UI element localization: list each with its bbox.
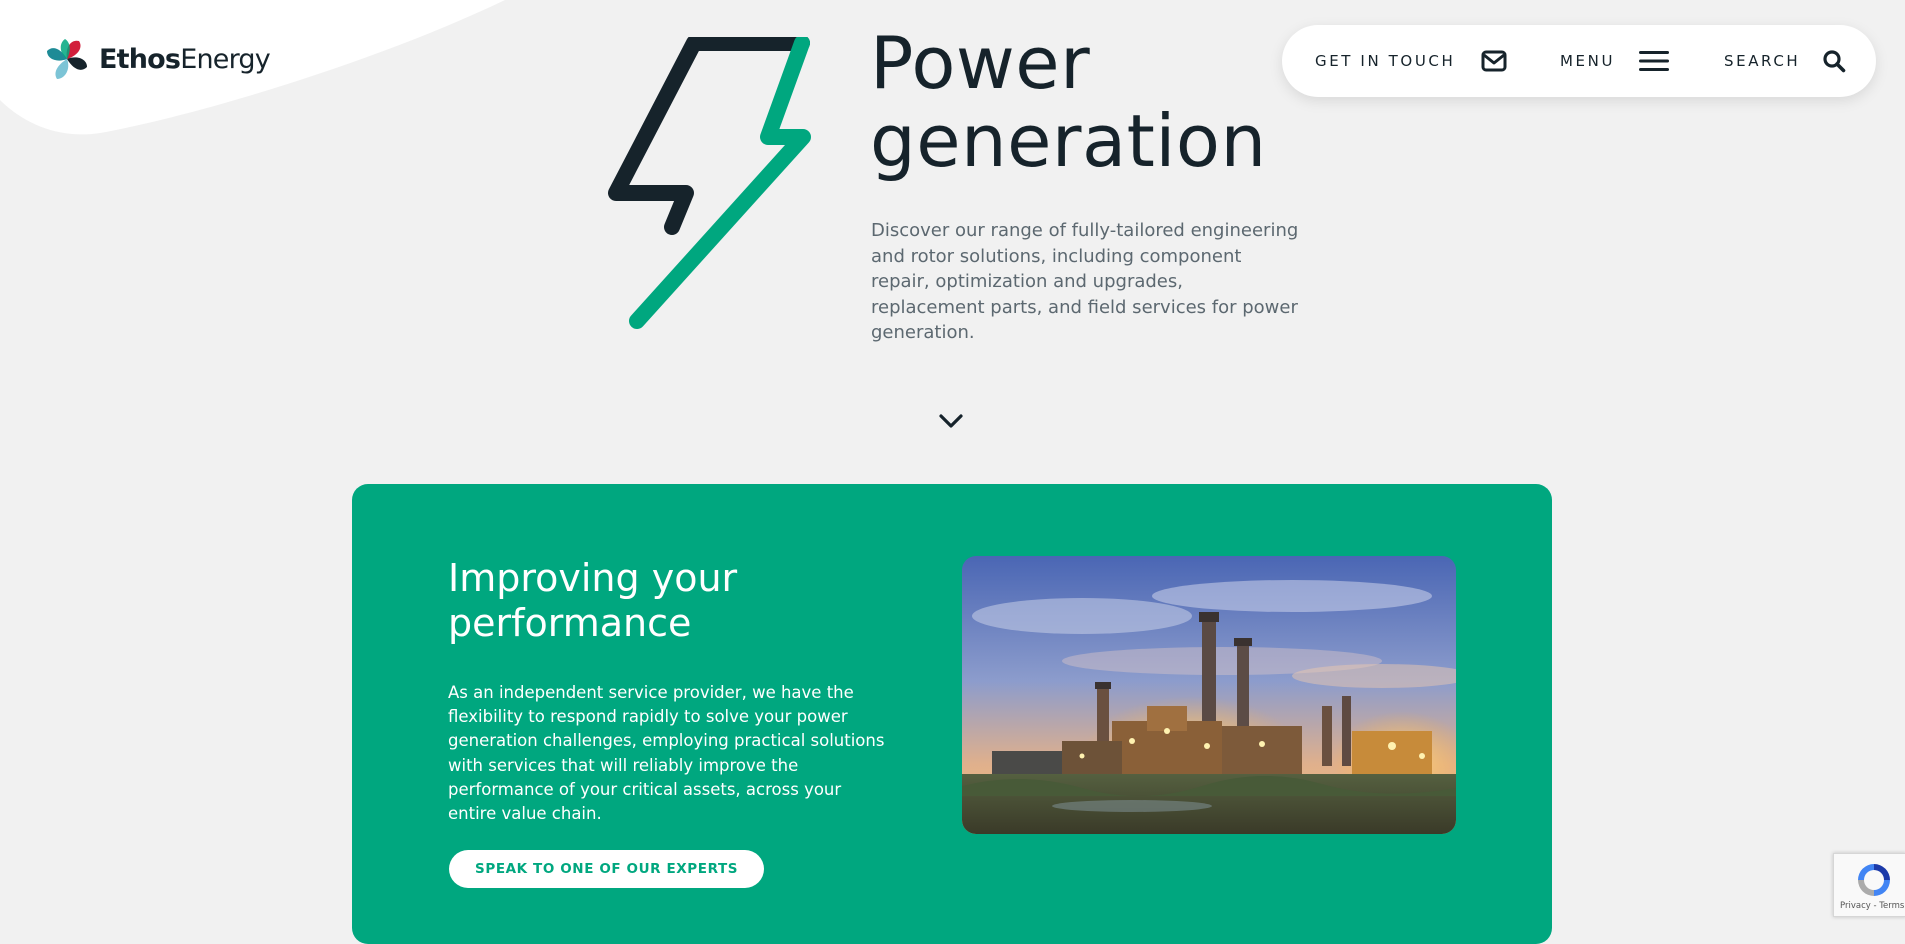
feature-card-title-line2: performance: [448, 601, 692, 645]
page-title-line1: Power: [870, 21, 1091, 105]
recaptcha-icon: [1858, 864, 1890, 896]
menu-button[interactable]: MENU: [1560, 25, 1670, 97]
recaptcha-privacy-link[interactable]: Privacy: [1840, 901, 1871, 911]
logo-wordmark-regular: Energy: [180, 43, 271, 75]
page-title-line2: generation: [870, 99, 1267, 183]
chevron-down-icon[interactable]: [936, 408, 966, 434]
logo-wordmark: EthosEnergy: [99, 43, 271, 75]
page-title: Power generation: [870, 24, 1290, 180]
feature-card: Improving your performance As an indepen…: [352, 484, 1552, 944]
search-icon: [1823, 50, 1846, 73]
search-label: SEARCH: [1724, 52, 1801, 70]
search-button[interactable]: SEARCH: [1724, 25, 1846, 97]
feature-card-text: As an independent service provider, we h…: [448, 683, 885, 824]
feature-card-title: Improving your performance: [448, 556, 888, 646]
hamburger-icon: [1639, 51, 1670, 71]
speak-to-expert-button[interactable]: SPEAK TO ONE OF OUR EXPERTS: [449, 850, 765, 888]
recaptcha-badge[interactable]: Privacy - Terms: [1833, 853, 1905, 917]
hero-description: Discover our range of fully-tailored eng…: [871, 220, 1299, 343]
power-plant-illustration: [962, 556, 1456, 834]
get-in-touch-label: GET IN TOUCH: [1315, 52, 1456, 70]
feature-card-title-line1: Improving your: [448, 556, 738, 600]
lightning-bolt-icon: [608, 37, 811, 329]
logo-link[interactable]: EthosEnergy: [43, 35, 271, 83]
mail-icon: [1481, 50, 1507, 72]
get-in-touch-button[interactable]: GET IN TOUCH: [1315, 25, 1507, 97]
recaptcha-separator: -: [1870, 901, 1880, 911]
power-plant-image: [962, 556, 1456, 834]
ethos-energy-logo-icon: [47, 39, 87, 79]
menu-label: MENU: [1560, 52, 1616, 70]
logo-wordmark-bold: Ethos: [99, 43, 181, 75]
recaptcha-terms-link[interactable]: Terms: [1879, 901, 1904, 911]
header-nav: GET IN TOUCH MENU SEARCH: [1282, 25, 1876, 97]
recaptcha-links: Privacy - Terms: [1840, 901, 1904, 911]
